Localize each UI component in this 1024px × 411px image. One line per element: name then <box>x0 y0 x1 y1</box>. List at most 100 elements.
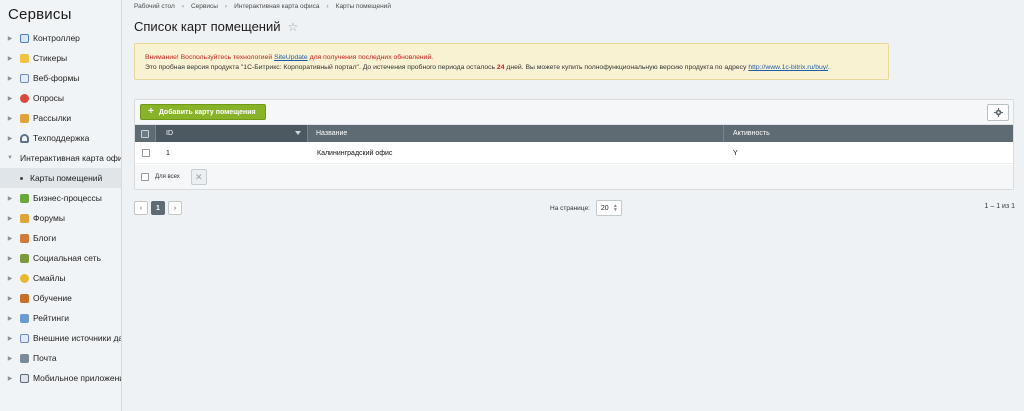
sidebar-item-mobile[interactable]: ▶ Мобильное приложение <box>0 368 121 388</box>
mailing-icon <box>20 113 29 123</box>
sidebar-item-label: Внешние источники данных <box>33 333 121 343</box>
expand-arrow-icon[interactable]: ▶ <box>0 35 20 42</box>
sidebar-item-stickers[interactable]: ▶ Стикеры <box>0 48 121 68</box>
sidebar-title: Сервисы <box>8 6 72 23</box>
table-row[interactable]: 1 Калининградский офис Y <box>135 143 1013 164</box>
breadcrumb-separator-icon: › <box>224 3 228 10</box>
trial-notice: Внимание! Воспользуйтесь технологией Sit… <box>134 43 889 80</box>
column-header-label: Активность <box>733 130 770 137</box>
cell-id: 1 <box>166 149 170 157</box>
expand-arrow-icon[interactable]: ▶ <box>0 275 20 282</box>
row-checkbox-cell <box>135 143 156 163</box>
main-content: Рабочий стол › Сервисы › Интерактивная к… <box>123 0 1024 411</box>
sidebar-item-blogs[interactable]: ▶ Блоги <box>0 228 121 248</box>
breadcrumb-item[interactable]: Рабочий стол <box>134 3 175 10</box>
gear-icon <box>993 108 1003 117</box>
per-page-select[interactable]: 20 ▲ ▼ <box>595 200 622 216</box>
notice-line-2: Это пробная версия продукта "1С-Битрикс:… <box>145 63 888 73</box>
expand-arrow-icon[interactable]: ▶ <box>0 95 20 102</box>
expand-arrow-icon[interactable]: ▶ <box>0 255 20 262</box>
close-icon: ✕ <box>195 171 203 182</box>
expand-arrow-icon[interactable]: ▶ <box>0 315 20 322</box>
plus-icon: + <box>148 106 154 117</box>
expand-arrow-icon[interactable]: ▶ <box>0 215 20 222</box>
notice-line2-prefix: Это пробная версия продукта "1С-Битрикс:… <box>145 64 497 71</box>
next-page-button[interactable]: › <box>168 201 182 215</box>
sidebar-item-label: Социальная сеть <box>33 253 101 263</box>
page-title: Список карт помещений ☆ <box>134 19 298 34</box>
room-maps-grid: + Добавить карту помещения ID Название А… <box>134 99 1014 190</box>
expand-arrow-icon[interactable]: ▶ <box>0 355 20 362</box>
column-header-label: Название <box>316 130 348 137</box>
stickers-icon <box>20 53 29 63</box>
favorite-star-icon[interactable]: ☆ <box>288 20 299 34</box>
breadcrumb: Рабочий стол › Сервисы › Интерактивная к… <box>134 3 391 10</box>
sidebar-item-controller[interactable]: ▶ Контроллер <box>0 28 121 48</box>
sidebar-item-room-maps[interactable]: Карты помещений <box>0 168 121 188</box>
expand-arrow-icon[interactable]: ▶ <box>0 235 20 242</box>
sidebar-item-polls[interactable]: ▶ Опросы <box>0 88 121 108</box>
cell-active: Y <box>733 149 738 157</box>
breadcrumb-item[interactable]: Сервисы <box>191 3 218 10</box>
expand-arrow-icon[interactable]: ▶ <box>0 295 20 302</box>
expand-arrow-icon[interactable]: ▶ <box>0 55 20 62</box>
expand-arrow-icon[interactable]: ▶ <box>0 195 20 202</box>
group-actions-row: Для всех ✕ <box>135 165 1013 189</box>
external-data-icon <box>20 333 29 343</box>
sidebar-item-office-map[interactable]: ▼ Интерактивная карта офиса <box>0 148 121 168</box>
sidebar-item-external-data[interactable]: ▶ Внешние источники данных <box>0 328 121 348</box>
webforms-icon <box>20 73 29 83</box>
sidebar-item-forums[interactable]: ▶ Форумы <box>0 208 121 228</box>
sidebar-item-label: Почта <box>33 353 57 363</box>
sidebar-item-label: Контроллер <box>33 33 80 43</box>
sidebar-item-label: Карты помещений <box>30 173 103 183</box>
breadcrumb-separator-icon: › <box>181 3 184 10</box>
page-button-current[interactable]: 1 <box>151 201 165 215</box>
column-header-active[interactable]: Активность <box>724 125 1013 142</box>
select-all-checkbox[interactable] <box>141 129 149 138</box>
prev-page-button[interactable]: ‹ <box>134 201 148 215</box>
sort-desc-icon <box>295 131 301 135</box>
sidebar-item-mailing[interactable]: ▶ Рассылки <box>0 108 121 128</box>
column-header-id[interactable]: ID <box>156 125 308 142</box>
sidebar-item-label: Обучение <box>33 293 72 303</box>
expand-arrow-icon[interactable]: ▶ <box>0 75 20 82</box>
smiles-icon <box>20 273 29 283</box>
breadcrumb-separator-icon: › <box>326 3 329 10</box>
sidebar-item-smiles[interactable]: ▶ Смайлы <box>0 268 121 288</box>
for-all-checkbox[interactable] <box>141 173 149 181</box>
sidebar-item-support[interactable]: ▶ Техподдержка <box>0 128 121 148</box>
sidebar-item-social[interactable]: ▶ Социальная сеть <box>0 248 121 268</box>
sidebar-item-learning[interactable]: ▶ Обучение <box>0 288 121 308</box>
breadcrumb-item: Карты помещений <box>335 3 391 10</box>
delete-button[interactable]: ✕ <box>190 169 207 185</box>
column-header-name[interactable]: Название <box>308 125 724 142</box>
expand-arrow-icon[interactable]: ▶ <box>0 135 20 142</box>
column-header-label: ID <box>166 130 173 137</box>
pagination: ‹ 1 › <box>134 201 182 215</box>
collapse-arrow-icon[interactable]: ▼ <box>0 155 20 161</box>
expand-arrow-icon[interactable]: ▶ <box>0 335 20 342</box>
sidebar: Сервисы ▶ Контроллер ▶ Стикеры ▶ Веб-фор… <box>0 0 122 411</box>
expand-arrow-icon[interactable]: ▶ <box>0 375 20 382</box>
siteupdate-link[interactable]: SiteUpdate <box>274 54 308 61</box>
breadcrumb-item[interactable]: Интерактивная карта офиса <box>234 3 319 10</box>
support-icon <box>20 133 29 143</box>
add-room-map-button[interactable]: + Добавить карту помещения <box>140 104 266 120</box>
row-checkbox[interactable] <box>141 149 150 157</box>
buy-link[interactable]: http://www.1c-bitrix.ru/buy/ <box>748 64 828 71</box>
sidebar-item-label: Веб-формы <box>33 73 80 83</box>
learning-icon <box>20 293 29 303</box>
notice-warn-suffix: для получения последних обновлений. <box>307 54 434 61</box>
sidebar-item-label: Опросы <box>33 93 65 103</box>
sidebar-item-label: Смайлы <box>33 273 66 283</box>
sidebar-item-bizproc[interactable]: ▶ Бизнес-процессы <box>0 188 121 208</box>
sidebar-item-mail[interactable]: ▶ Почта <box>0 348 121 368</box>
blogs-icon <box>20 233 29 243</box>
expand-arrow-icon[interactable]: ▶ <box>0 115 20 122</box>
sidebar-item-webforms[interactable]: ▶ Веб-формы <box>0 68 121 88</box>
notice-warn-prefix: Внимание! Воспользуйтесь технологией <box>145 54 275 61</box>
grid-settings-button[interactable] <box>987 104 1009 121</box>
sidebar-item-ratings[interactable]: ▶ Рейтинги <box>0 308 121 328</box>
cell-name[interactable]: Калининградский офис <box>308 143 724 163</box>
